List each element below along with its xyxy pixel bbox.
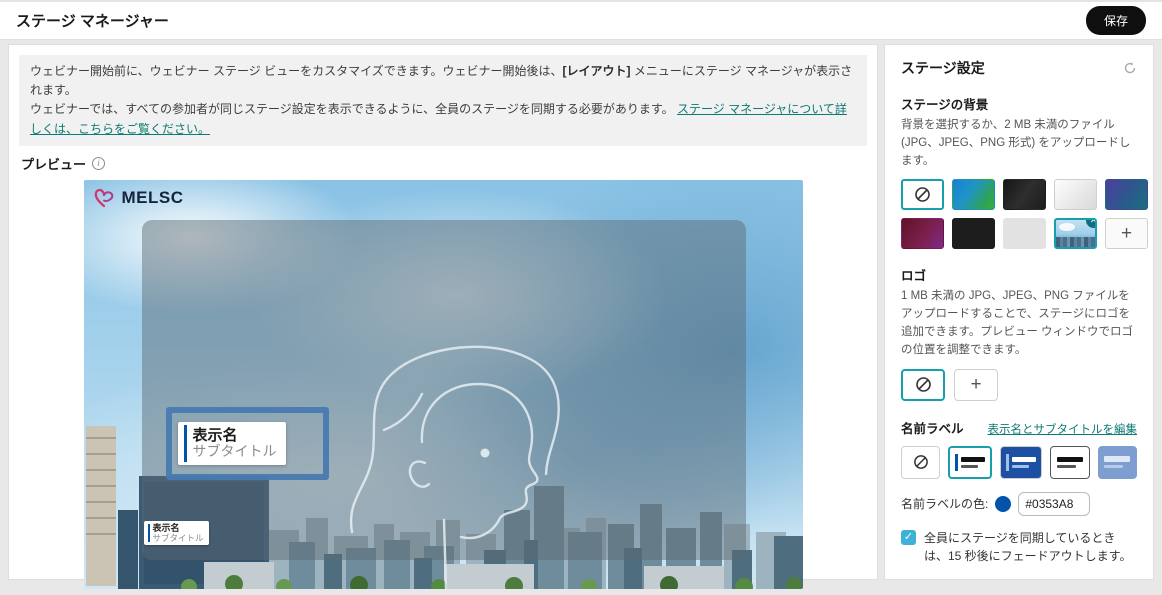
name-label-drag-frame[interactable]: 表示名 サブタイトル: [165, 406, 329, 480]
stage-preview: MELSC 表示名 サブタイトル 表示名 サブタイトル: [83, 179, 803, 589]
background-thumbnail-city-photo[interactable]: ✕: [1054, 218, 1097, 250]
fade-out-setting: ✓ 全員にステージを同期しているときは、15 秒後にフェードアウトします。: [901, 529, 1137, 565]
background-thumbnail-dark[interactable]: [1003, 179, 1046, 211]
edit-display-name-link[interactable]: 表示名とサブタイトルを編集: [988, 421, 1138, 437]
name-label-accent-bar: [147, 523, 150, 542]
background-thumbnail-light[interactable]: [1054, 179, 1097, 211]
name-label-accent-bar: [183, 424, 187, 462]
background-section-heading: ステージの背景: [901, 98, 989, 112]
label-line-shape: [1056, 456, 1083, 462]
sync-fade-label: 全員にステージを同期しているときは、15 秒後にフェードアウトします。: [924, 530, 1132, 563]
background-thumbnail-none[interactable]: [901, 179, 944, 211]
stage-settings-panel: ステージ設定 ステージの背景 背景を選択するか、2 MB 未満のファイル (JP…: [884, 44, 1154, 580]
cloud-shape: [1059, 223, 1075, 232]
label-style-outlined[interactable]: [1050, 445, 1090, 479]
logo-option-none[interactable]: [901, 368, 945, 401]
background-thumbnail-purple-teal[interactable]: [1105, 179, 1148, 211]
refresh-icon[interactable]: [1123, 61, 1137, 75]
background-upload-button[interactable]: +: [1105, 218, 1148, 250]
melsc-heart-icon: [94, 188, 113, 207]
label-style-solid-blue[interactable]: [1097, 445, 1137, 479]
subtitle-text: サブタイトル: [152, 532, 204, 543]
name-label-color-label: 名前ラベルの色:: [901, 497, 989, 512]
label-bar-shape: [955, 453, 959, 471]
logo-section-heading: ロゴ: [901, 269, 927, 284]
plus-icon: +: [970, 374, 982, 396]
banner-line1-pre: ウェビナー開始前に、ウェビナー ステージ ビューをカスタマイズできます。ウェビナ…: [30, 64, 563, 78]
label-style-left-bar-light[interactable]: [948, 445, 993, 479]
display-name-text: 表示名: [152, 522, 180, 533]
background-thumbnail-grid: ✕ +: [901, 179, 1153, 250]
label-line-shape: [961, 464, 979, 468]
label-line-shape: [1056, 464, 1076, 468]
info-icon[interactable]: i: [92, 156, 106, 170]
label-line-shape: [1012, 464, 1030, 468]
subtitle-text: サブタイトル: [192, 443, 277, 460]
name-label-style-options: [901, 445, 1137, 479]
preview-panel: ウェビナー開始前に、ウェビナー ステージ ビューをカスタマイズできます。ウェビナ…: [8, 44, 878, 589]
display-name-text: 表示名: [192, 426, 238, 444]
remove-background-icon[interactable]: ✕: [1086, 220, 1095, 229]
background-thumbnail-gray[interactable]: [1003, 218, 1046, 250]
label-style-left-bar-dark[interactable]: [1000, 445, 1043, 479]
settings-title: ステージ設定: [901, 60, 985, 76]
stage-logo-text: MELSC: [121, 187, 184, 207]
prohibition-icon: [913, 454, 929, 470]
prohibition-icon: [914, 186, 931, 203]
color-swatch[interactable]: [995, 495, 1012, 512]
skyline-shape: [1056, 237, 1095, 248]
background-thumbnail-red-purple[interactable]: [901, 218, 944, 250]
label-line-shape: [1012, 456, 1037, 462]
label-line-shape: [1104, 465, 1124, 469]
plus-icon: +: [1120, 223, 1133, 245]
label-line-shape: [961, 456, 986, 462]
prohibition-icon: [915, 376, 932, 393]
label-style-none[interactable]: [901, 445, 941, 479]
name-label-large: 表示名 サブタイトル: [177, 421, 286, 465]
name-label-section-heading: 名前ラベル: [901, 421, 964, 436]
stage-logo: MELSC: [94, 187, 184, 209]
app-header: ステージ マネージャー 保存: [0, 0, 1162, 40]
color-value-input[interactable]: [1018, 491, 1091, 516]
banner-line1-bold: [レイアウト]: [562, 64, 631, 78]
background-thumbnail-black[interactable]: [952, 218, 995, 250]
banner-line2: ウェビナーでは、すべての参加者が同じステージ設定を表示できるように、全員のステー…: [30, 102, 674, 117]
logo-section-description: 1 MB 未満の JPG、JPEG、PNG ファイルをアップロードすることで、ス…: [901, 290, 1134, 356]
name-label-small[interactable]: 表示名 サブタイトル: [143, 520, 209, 545]
preview-heading: プレビュー: [21, 156, 87, 172]
info-banner: ウェビナー開始前に、ウェビナー ステージ ビューをカスタマイズできます。ウェビナ…: [19, 55, 867, 146]
logo-options: +: [901, 368, 1137, 401]
label-line-shape: [1104, 456, 1131, 463]
background-section-description: 背景を選択するか、2 MB 未満のファイル (JPG、JPEG、PNG 形式) …: [901, 119, 1131, 167]
label-bar-shape: [1006, 453, 1010, 471]
sync-fade-checkbox[interactable]: ✓: [901, 529, 916, 545]
page-title: ステージ マネージャー: [16, 13, 169, 30]
background-thumbnail-blue-green[interactable]: [952, 179, 995, 211]
save-button[interactable]: 保存: [1085, 6, 1146, 35]
logo-upload-button[interactable]: +: [954, 368, 998, 401]
